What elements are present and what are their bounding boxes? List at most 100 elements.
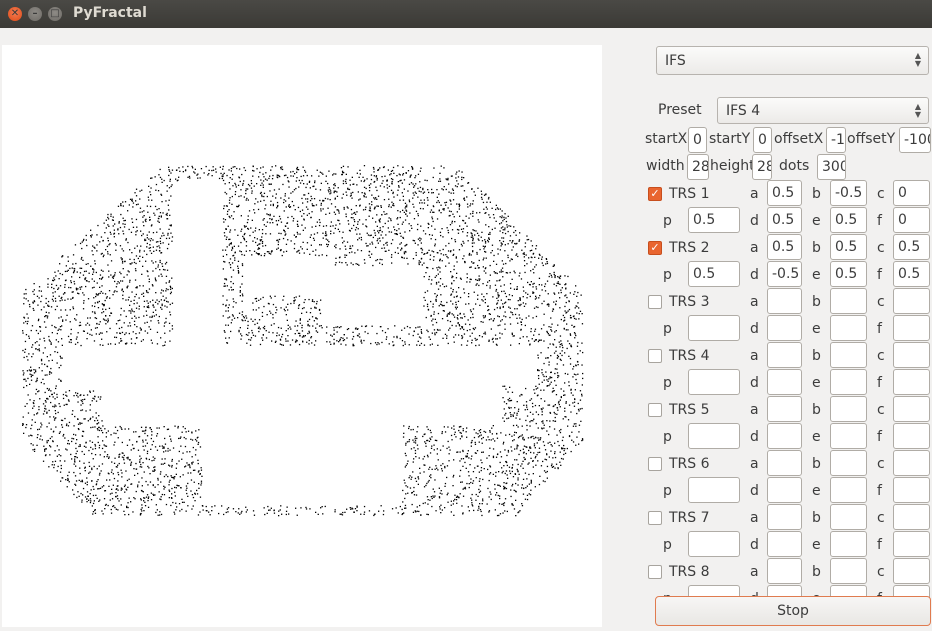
trs-2-c-field[interactable]: 0.5 xyxy=(893,234,930,260)
trs-1-f-field[interactable]: 0 xyxy=(893,207,930,233)
trs-7-c-field[interactable] xyxy=(893,504,930,530)
trs-3-e-field[interactable] xyxy=(830,315,867,341)
trs-4-b-field[interactable] xyxy=(830,342,867,368)
trs-2-checkbox[interactable]: ✓ xyxy=(648,241,662,255)
trs-7-f-field[interactable] xyxy=(893,531,930,557)
trs-3-p-field[interactable] xyxy=(688,315,740,341)
close-window-button[interactable]: ✕ xyxy=(8,7,22,21)
trs-6-d-label: d xyxy=(750,483,759,499)
trs-4-a-field[interactable] xyxy=(767,342,802,368)
trs-6-d-field[interactable] xyxy=(767,477,802,503)
minimize-window-button[interactable]: – xyxy=(28,7,42,21)
trs-3-b-field[interactable] xyxy=(830,288,867,314)
offsetx-field[interactable]: -1 xyxy=(826,127,846,153)
trs-1-e-label: e xyxy=(812,213,821,229)
trs-7-e-field[interactable] xyxy=(830,531,867,557)
fractal-canvas[interactable] xyxy=(2,45,602,627)
trs-1-e-field[interactable]: 0.5 xyxy=(830,207,867,233)
maximize-icon: □ xyxy=(48,7,62,21)
close-icon: ✕ xyxy=(8,7,22,21)
trs-2-a-label: a xyxy=(750,240,759,256)
trs-8-label: TRS 8 xyxy=(669,564,710,580)
trs-8-b-field[interactable] xyxy=(830,558,867,584)
preset-select[interactable]: IFS 4 ▲▼ xyxy=(717,97,929,124)
trs-4-checkbox[interactable] xyxy=(648,349,662,363)
trs-5-a-field[interactable] xyxy=(767,396,802,422)
trs-8-a-field[interactable] xyxy=(767,558,802,584)
trs-4-a-label: a xyxy=(750,348,759,364)
trs-1-p-label: p xyxy=(663,213,672,229)
trs-4-c-field[interactable] xyxy=(893,342,930,368)
trs-7-checkbox[interactable] xyxy=(648,511,662,525)
trs-3-c-label: c xyxy=(877,294,885,310)
trs-3-d-field[interactable] xyxy=(767,315,802,341)
trs-7-label: TRS 7 xyxy=(669,510,710,526)
trs-2-d-field[interactable]: -0.5 xyxy=(767,261,802,287)
starty-field[interactable]: 0 xyxy=(753,127,772,153)
maximize-window-button[interactable]: □ xyxy=(48,7,62,21)
preset-label: Preset xyxy=(658,102,702,118)
trs-3-f-label: f xyxy=(877,321,882,337)
startx-field[interactable]: 0 xyxy=(688,127,707,153)
trs-7-a-field[interactable] xyxy=(767,504,802,530)
trs-3-checkbox[interactable] xyxy=(648,295,662,309)
trs-6-c-field[interactable] xyxy=(893,450,930,476)
trs-6-b-field[interactable] xyxy=(830,450,867,476)
trs-7-p-label: p xyxy=(663,537,672,553)
trs-2-b-field[interactable]: 0.5 xyxy=(830,234,867,260)
trs-1-c-field[interactable]: 0 xyxy=(893,180,930,206)
trs-8-c-field[interactable] xyxy=(893,558,930,584)
offsety-field[interactable]: -100 xyxy=(899,127,931,153)
trs-6-a-field[interactable] xyxy=(767,450,802,476)
stop-button[interactable]: Stop xyxy=(655,596,931,626)
trs-6-f-field[interactable] xyxy=(893,477,930,503)
trs-1-b-field[interactable]: -0.5 xyxy=(830,180,867,206)
trs-2-e-field[interactable]: 0.5 xyxy=(830,261,867,287)
trs-1-d-field[interactable]: 0.5 xyxy=(767,207,802,233)
title-bar: ✕ – □ PyFractal xyxy=(0,0,932,28)
trs-5-checkbox[interactable] xyxy=(648,403,662,417)
trs-1-checkbox[interactable]: ✓ xyxy=(648,187,662,201)
trs-4-f-field[interactable] xyxy=(893,369,930,395)
trs-4-d-field[interactable] xyxy=(767,369,802,395)
trs-5-label: TRS 5 xyxy=(669,402,710,418)
trs-4-c-label: c xyxy=(877,348,885,364)
mode-select[interactable]: IFS ▲▼ xyxy=(656,46,929,75)
trs-6-p-field[interactable] xyxy=(688,477,740,503)
trs-7-b-field[interactable] xyxy=(830,504,867,530)
trs-2-f-label: f xyxy=(877,267,882,283)
trs-5-f-field[interactable] xyxy=(893,423,930,449)
trs-4-e-label: e xyxy=(812,375,821,391)
trs-2-f-field[interactable]: 0.5 xyxy=(893,261,930,287)
trs-1-p-field[interactable]: 0.5 xyxy=(688,207,740,233)
trs-4-d-label: d xyxy=(750,375,759,391)
trs-5-p-field[interactable] xyxy=(688,423,740,449)
trs-1-a-field[interactable]: 0.5 xyxy=(767,180,802,206)
trs-8-c-label: c xyxy=(877,564,885,580)
trs-5-b-field[interactable] xyxy=(830,396,867,422)
trs-7-p-field[interactable] xyxy=(688,531,740,557)
trs-8-b-label: b xyxy=(812,564,821,580)
trs-6-label: TRS 6 xyxy=(669,456,710,472)
dots-label: dots xyxy=(779,158,809,174)
trs-6-e-field[interactable] xyxy=(830,477,867,503)
trs-3-c-field[interactable] xyxy=(893,288,930,314)
height-label: height xyxy=(710,158,755,174)
trs-4-p-field[interactable] xyxy=(688,369,740,395)
trs-4-e-field[interactable] xyxy=(830,369,867,395)
trs-5-d-field[interactable] xyxy=(767,423,802,449)
dots-field[interactable]: 300 xyxy=(817,154,846,180)
trs-6-c-label: c xyxy=(877,456,885,472)
trs-5-e-field[interactable] xyxy=(830,423,867,449)
trs-5-a-label: a xyxy=(750,402,759,418)
trs-2-p-field[interactable]: 0.5 xyxy=(688,261,740,287)
trs-3-f-field[interactable] xyxy=(893,315,930,341)
trs-2-a-field[interactable]: 0.5 xyxy=(767,234,802,260)
width-field[interactable]: 28 xyxy=(687,154,709,180)
trs-5-c-field[interactable] xyxy=(893,396,930,422)
trs-8-checkbox[interactable] xyxy=(648,565,662,579)
height-field[interactable]: 28 xyxy=(752,154,772,180)
trs-7-d-field[interactable] xyxy=(767,531,802,557)
trs-6-checkbox[interactable] xyxy=(648,457,662,471)
trs-3-a-field[interactable] xyxy=(767,288,802,314)
